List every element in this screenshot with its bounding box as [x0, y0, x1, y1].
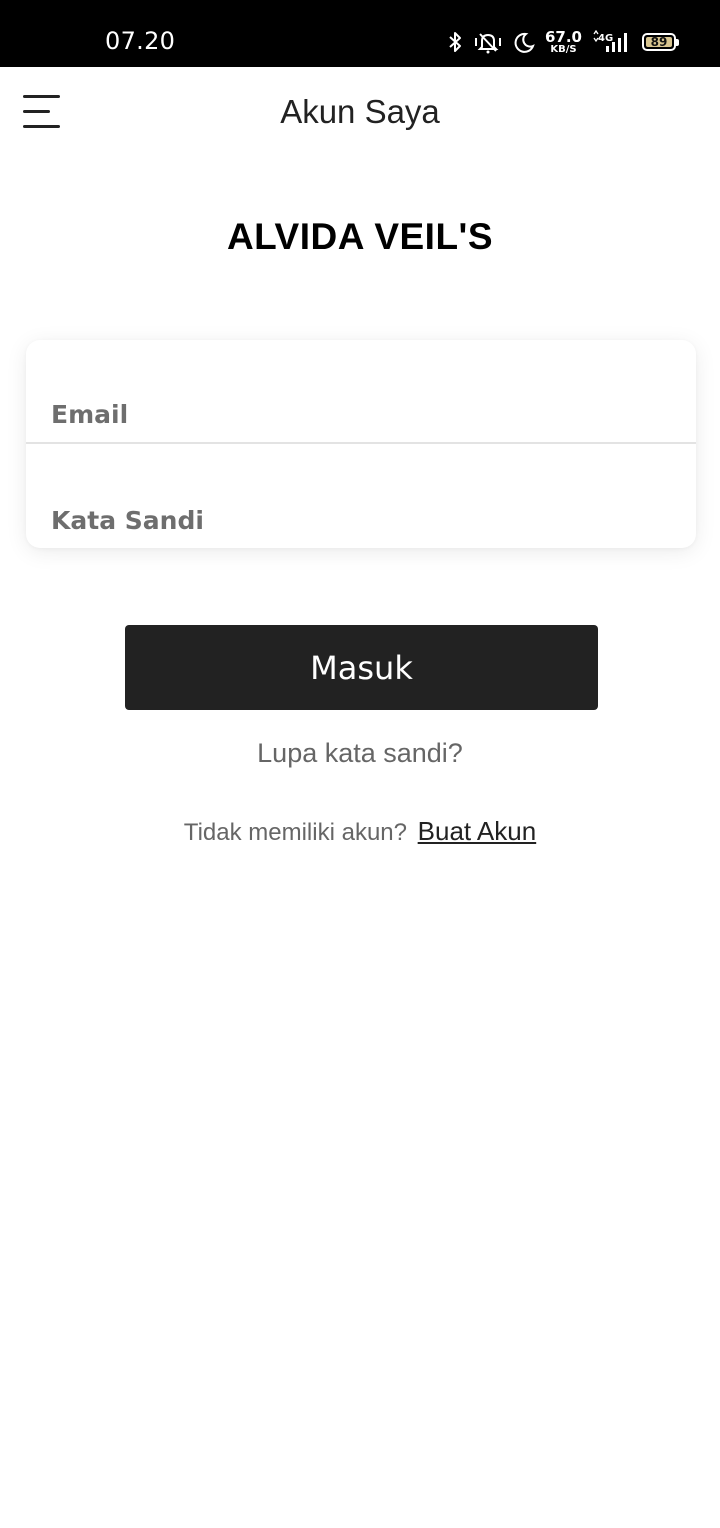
no-account-text: Tidak memiliki akun?	[183, 819, 407, 846]
login-button[interactable]: Masuk	[125, 625, 598, 710]
vibrate-mute-icon	[474, 33, 501, 54]
forgot-password-link[interactable]: Lupa kata sandi?	[0, 738, 720, 769]
network-speed-unit: KB/S	[550, 43, 577, 55]
app-bar: Akun Saya	[0, 67, 720, 157]
create-account-link[interactable]: Buat Akun	[418, 816, 537, 846]
battery-icon: 89	[642, 33, 679, 51]
brand-name: ALVIDA VEIL'S	[226, 216, 494, 257]
email-field-container	[26, 340, 696, 444]
battery-level: 89	[650, 35, 668, 49]
signup-row: Tidak memiliki akun? Buat Akun	[0, 816, 720, 847]
svg-text:4G: 4G	[598, 33, 613, 44]
network-speed-value: 67.0	[544, 27, 582, 46]
password-field[interactable]	[51, 502, 671, 538]
status-bar: 07.20 67.0 KB/S 4G 89	[0, 0, 720, 67]
status-time: 07.20	[105, 27, 176, 55]
page-title: Akun Saya	[280, 93, 440, 130]
do-not-disturb-moon-icon	[514, 32, 535, 53]
bluetooth-icon	[449, 32, 461, 52]
password-field-container	[26, 444, 696, 548]
login-card	[26, 340, 696, 548]
email-field[interactable]	[51, 396, 671, 432]
network-speed: 67.0 KB/S	[544, 27, 582, 55]
signal-icon: 4G	[593, 30, 627, 52]
status-icons: 67.0 KB/S 4G 89	[447, 26, 679, 58]
